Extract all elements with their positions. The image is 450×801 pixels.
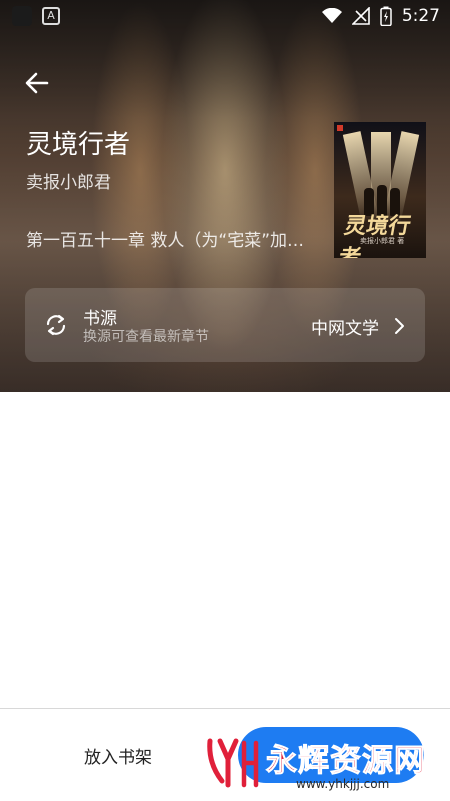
book-title: 灵境行者 <box>26 130 131 160</box>
cover-publisher-logo <box>337 125 343 131</box>
back-arrow-icon[interactable] <box>22 68 52 98</box>
watermark-logo-icon <box>207 738 259 788</box>
cover-title: 灵境行者 <box>336 213 413 258</box>
a-notification-icon: A <box>42 7 60 25</box>
watermark: 永辉资源网 www.yhkjjj.com <box>204 733 444 793</box>
app-notification-icon <box>12 6 32 26</box>
watermark-text: 永辉资源网 <box>266 743 426 780</box>
status-time: 5:27 <box>401 6 440 26</box>
wifi-icon <box>321 8 342 23</box>
add-to-shelf-button[interactable]: 放入书架 <box>84 743 152 768</box>
book-cover: 灵境行者 卖报小郎君 著 <box>334 122 426 258</box>
refresh-icon <box>46 314 66 336</box>
cover-author: 卖报小郎君 著 <box>360 237 405 245</box>
status-bar: A 5:27 <box>0 0 450 32</box>
book-author: 卖报小郎君 <box>26 173 111 193</box>
watermark-url: www.yhkjjj.com <box>296 777 390 791</box>
battery-icon <box>380 6 392 26</box>
source-hint: 换源可查看最新章节 <box>83 329 209 345</box>
source-name: 中网文学 <box>311 319 379 339</box>
signal-icon <box>351 7 370 25</box>
latest-chapter[interactable]: 第一百五十一章 救人（为“宅菜”加更） <box>26 226 306 251</box>
chevron-right-icon <box>395 318 404 334</box>
book-source-row[interactable]: 书源 换源可查看最新章节 中网文学 <box>25 288 425 362</box>
